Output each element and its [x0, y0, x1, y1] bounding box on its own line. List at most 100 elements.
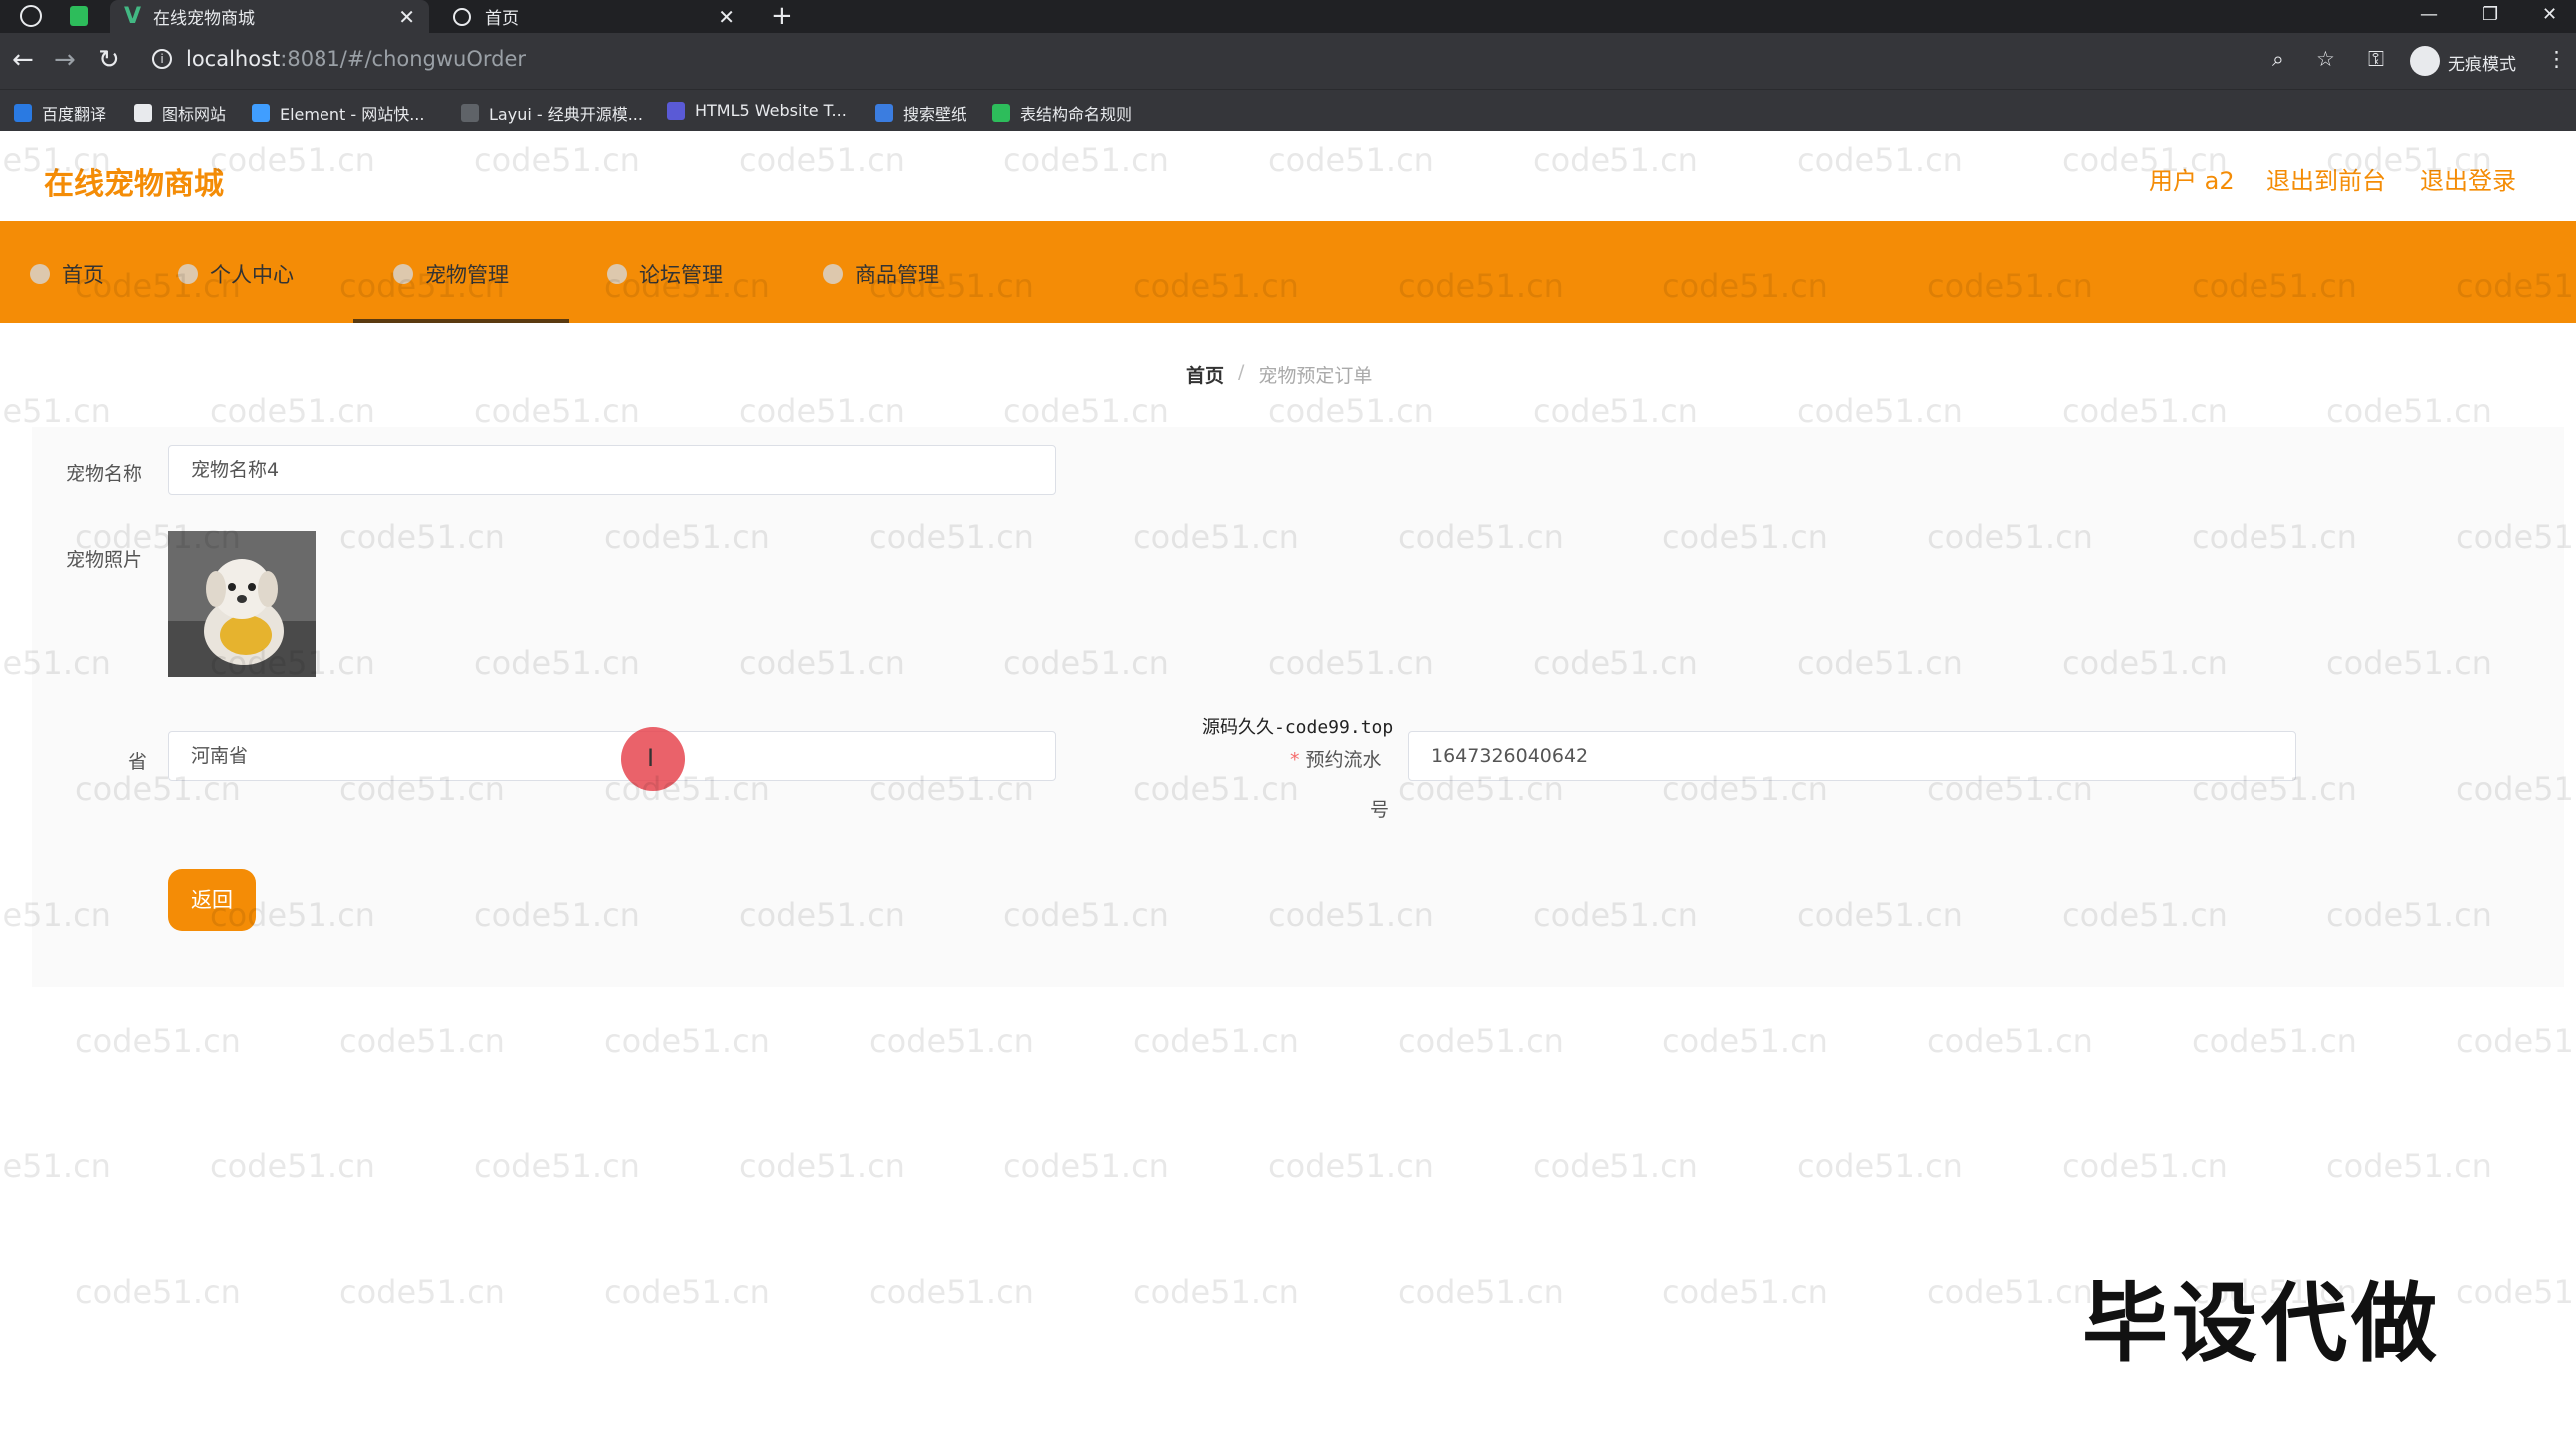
province-input[interactable]: 河南省: [168, 731, 1056, 781]
watermark-text: code51.cn: [2062, 1147, 2228, 1185]
required-star: *: [1290, 749, 1300, 771]
vue-logo-icon: V: [124, 4, 142, 29]
bookmark-star-icon[interactable]: ☆: [2316, 47, 2335, 71]
main-nav: 首页 个人中心 宠物管理 论坛管理 商品管理: [0, 221, 2576, 323]
tab-close-icon[interactable]: ✕: [398, 5, 415, 29]
watermark-text: code51.cn: [869, 1273, 1034, 1311]
logout-link[interactable]: 退出登录: [2420, 161, 2516, 196]
pet-photo-image: [168, 531, 316, 677]
bookmark-item[interactable]: 搜索壁纸: [875, 101, 966, 125]
bookmark-item[interactable]: Element - 网站快...: [252, 101, 424, 125]
bookmark-item[interactable]: 表结构命名规则: [992, 101, 1132, 125]
bookmark-label: Element - 网站快...: [280, 105, 425, 124]
pet-photo: [168, 531, 316, 677]
breadcrumb-current: 宠物预定订单: [1258, 365, 1373, 387]
key-icon[interactable]: ⚿: [2368, 47, 2384, 72]
nav-item-label: 宠物管理: [425, 263, 509, 287]
breadcrumb-home[interactable]: 首页: [1186, 361, 1224, 388]
breadcrumb-separator: /: [1238, 361, 1245, 383]
nav-item-pet-management[interactable]: 宠物管理: [393, 259, 509, 289]
globe-icon: [453, 7, 471, 26]
pet-name-input[interactable]: 宠物名称4: [168, 445, 1056, 495]
pet-icon: [393, 264, 413, 284]
watermark-text: code51.cn: [604, 1273, 770, 1311]
home-icon: [30, 264, 50, 284]
nav-item-label: 商品管理: [855, 263, 939, 287]
watermark-text: code51.cn: [1662, 1273, 1828, 1311]
watermark-text: code51.cn: [1797, 1147, 1963, 1185]
browser-tab-strip: V 在线宠物商城 ✕ 首页 ✕ + — ❐ ✕: [0, 0, 2576, 33]
nav-active-indicator: [353, 319, 569, 323]
goods-icon: [823, 264, 843, 284]
order-detail-form: [32, 427, 2564, 987]
minimize-icon[interactable]: —: [2420, 0, 2438, 33]
restore-icon[interactable]: ❐: [2482, 0, 2498, 33]
watermark-text: code51.cn: [1927, 1022, 2093, 1060]
promo-overlay-text: 源码久久-code99.top: [1202, 717, 1394, 738]
incognito-label: 无痕模式: [2448, 55, 2516, 75]
browser-tab-active[interactable]: V 在线宠物商城 ✕: [110, 0, 429, 33]
watermark-text: code51.cn: [0, 392, 111, 430]
serial-number-input[interactable]: 1647326040642: [1408, 731, 2296, 781]
nav-item-home[interactable]: 首页: [30, 259, 104, 289]
bookmark-item[interactable]: 百度翻译: [14, 101, 106, 125]
watermark-text: code51.cn: [739, 392, 905, 430]
nav-item-goods-management[interactable]: 商品管理: [823, 259, 939, 289]
watermark-text: code51.cn: [0, 1147, 111, 1185]
browser-more-icon[interactable]: ⋮: [2546, 47, 2567, 71]
url-field[interactable]: localhost:8081/#/chongwuOrder: [186, 47, 526, 71]
back-to-front-link[interactable]: 退出到前台: [2266, 161, 2386, 196]
back-arrow-icon[interactable]: ←: [12, 45, 34, 75]
bookmark-label: 搜索壁纸: [903, 105, 967, 124]
tab-close-icon[interactable]: ✕: [718, 5, 735, 29]
watermark-text: code51.cn: [75, 1273, 241, 1311]
site-info-icon[interactable]: i: [152, 49, 172, 69]
new-tab-button[interactable]: +: [771, 0, 793, 33]
forward-arrow-icon[interactable]: →: [54, 45, 76, 75]
browser-menu-icon[interactable]: [20, 5, 42, 27]
province-label: 省: [128, 751, 148, 773]
bookmark-item[interactable]: 图标网站: [134, 101, 226, 125]
watermark-text: code51.cn: [339, 1022, 505, 1060]
serial-number-label-text: 预约流水: [1305, 749, 1382, 771]
watermark-text: code51.cn: [1268, 392, 1434, 430]
back-button[interactable]: 返回: [168, 869, 256, 931]
watermark-text: code51.cn: [2326, 392, 2492, 430]
user-label: 用户 a2: [2149, 167, 2235, 195]
watermark-text: code51.cn: [474, 392, 640, 430]
watermark-text: code51.cn: [604, 1022, 770, 1060]
pet-name-label: 宠物名称: [66, 463, 143, 485]
watermark-text: code51.cn: [474, 1147, 640, 1185]
watermark-text: code51.cn: [1533, 1147, 1698, 1185]
watermark-text: code51.cn: [1533, 392, 1698, 430]
browser-tab-inactive[interactable]: 首页 ✕: [439, 0, 749, 33]
watermark-text: code51.cn: [1133, 1273, 1299, 1311]
nav-item-label: 个人中心: [210, 263, 294, 287]
bookmark-item[interactable]: Layui - 经典开源模...: [461, 101, 643, 125]
bookmark-label: 表结构命名规则: [1020, 105, 1133, 124]
incognito-icon[interactable]: [2410, 46, 2440, 76]
window-close-icon[interactable]: ✕: [2542, 0, 2557, 33]
bookmark-layui-icon: [461, 104, 479, 122]
nav-item-forum-management[interactable]: 论坛管理: [607, 259, 723, 289]
serial-number-label: * 预约流水: [1290, 745, 1382, 772]
bookmark-item[interactable]: HTML5 Website T...: [667, 101, 847, 120]
watermark-text: code51.cn: [1797, 392, 1963, 430]
watermark-text: code51.cn: [1662, 1022, 1828, 1060]
tab-title: 在线宠物商城: [153, 9, 256, 29]
nav-item-profile[interactable]: 个人中心: [178, 259, 294, 289]
bookmark-sheet-icon: [992, 104, 1010, 122]
pet-photo-label: 宠物照片: [66, 549, 143, 571]
zoom-icon[interactable]: ⌕: [2272, 47, 2284, 72]
watermark-text: code51.cn: [1398, 1022, 1564, 1060]
watermark-text: code51.cn: [2456, 1022, 2576, 1060]
reload-icon[interactable]: ↻: [98, 45, 120, 75]
watermark-text: code51.cn: [339, 1273, 505, 1311]
bookmark-label: Layui - 经典开源模...: [489, 105, 643, 124]
bookmark-label: 图标网站: [162, 105, 227, 124]
text-cursor-icon: I: [647, 744, 655, 772]
tab-search-icon[interactable]: [70, 6, 88, 26]
user-icon: [178, 264, 198, 284]
watermark-text: code51.cn: [1133, 1022, 1299, 1060]
forum-icon: [607, 264, 627, 284]
